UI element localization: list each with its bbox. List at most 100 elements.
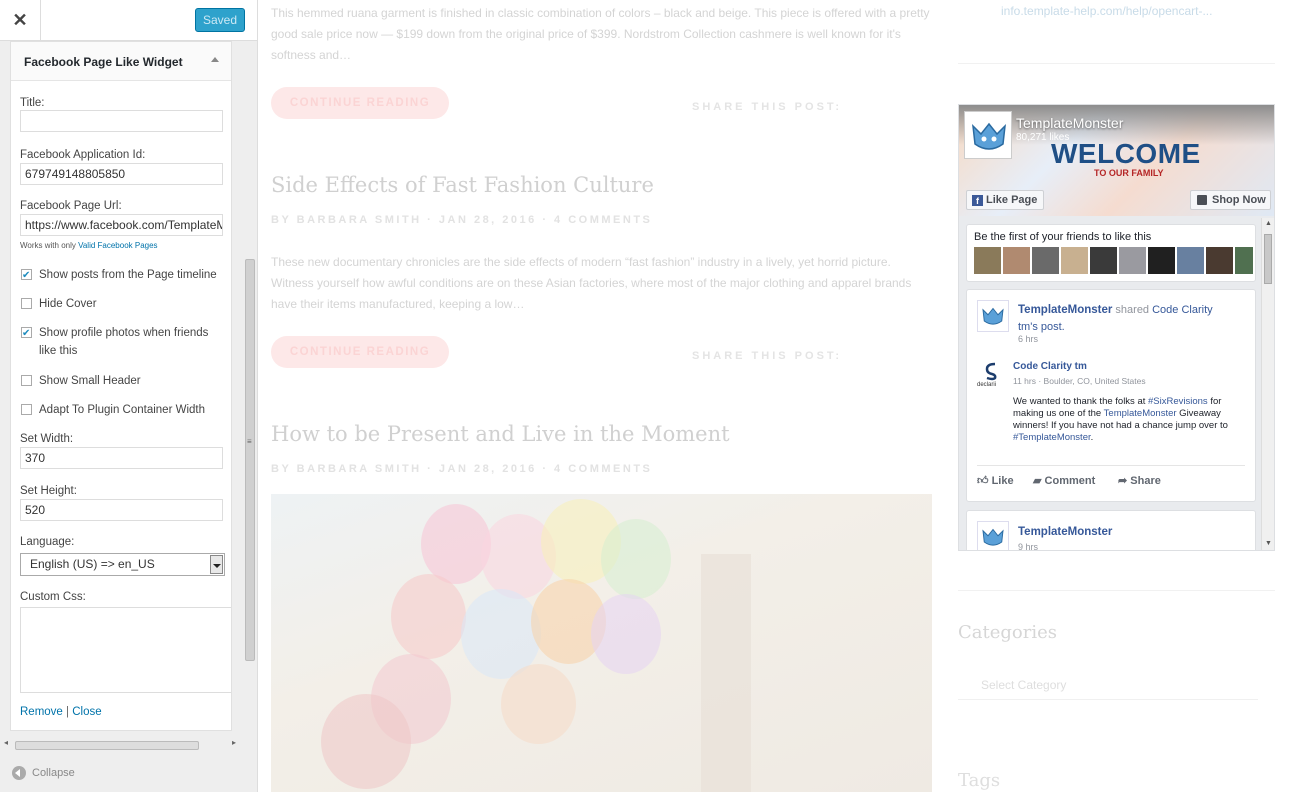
post-title[interactable]: Side Effects of Fast Fashion Culture (271, 173, 654, 197)
fb-comment-action[interactable]: ▰ Comment (1033, 474, 1095, 487)
set-width-input[interactable]: 370 (20, 447, 223, 469)
hashtag-link[interactable]: #TemplateMonster (1013, 432, 1091, 443)
category-select[interactable]: Select Category (958, 670, 1258, 700)
fb-post-time[interactable]: 6 hrs (1018, 334, 1038, 344)
remove-link[interactable]: Remove (20, 706, 63, 718)
select-arrow-icon[interactable] (210, 555, 223, 574)
templatemonster-logo-icon (972, 122, 1006, 150)
horizontal-scroll-thumb[interactable] (15, 741, 199, 750)
language-select[interactable]: English (US) => en_US (20, 553, 225, 576)
page-url-label: Facebook Page Url: (20, 200, 122, 212)
fb-feed: Be the first of your friends to like thi… (959, 218, 1274, 550)
saved-button[interactable]: Saved (195, 8, 245, 32)
checkbox-adapt-width-box[interactable] (21, 404, 32, 415)
fb-friends-card: Be the first of your friends to like thi… (966, 224, 1256, 282)
page-url-input[interactable]: https://www.facebook.com/TemplateMonster (20, 214, 223, 236)
fb-page-name[interactable]: TemplateMonster (1016, 115, 1123, 131)
panel-horizontal-scrollbar[interactable]: ◂ ▸ (0, 738, 243, 752)
fb-post-avatar[interactable] (977, 521, 1009, 550)
fb-post-time[interactable]: 9 hrs (1018, 542, 1038, 550)
share-icon: ➦ (1118, 475, 1128, 487)
panel-vertical-scrollbar[interactable]: ≡ (243, 41, 257, 738)
checkbox-hide-cover-box[interactable] (21, 298, 32, 309)
continue-reading-button[interactable]: CONTINUE READING (271, 336, 449, 368)
language-label: Language: (20, 536, 75, 548)
scroll-up-arrow-icon[interactable]: ▲ (1265, 220, 1272, 227)
vertical-scroll-thumb[interactable] (245, 259, 255, 661)
fb-cover-subtitle: TO OUR FAMILY (1094, 168, 1164, 178)
title-input[interactable] (20, 110, 223, 132)
checkbox-show-posts-label: Show posts from the Page timeline (39, 269, 217, 281)
checkbox-show-faces-box[interactable] (21, 325, 32, 343)
facebook-page-plugin: TemplateMonster 80,271 likes WELCOME TO … (958, 104, 1275, 551)
page-url-note: Works with only Valid Facebook Pages (20, 241, 158, 250)
custom-css-textarea[interactable] (20, 607, 231, 693)
share-label: SHARE THIS POST: (692, 350, 843, 362)
friend-avatar[interactable] (1235, 247, 1253, 274)
custom-css-label: Custom Css: (20, 591, 86, 603)
app-id-input[interactable]: 679749148805850 (20, 163, 223, 185)
fb-like-action[interactable]: 👍︎ Like (977, 474, 1014, 487)
fb-post-avatar[interactable] (977, 300, 1009, 332)
close-customizer-button[interactable]: ✕ (0, 0, 41, 40)
scroll-left-arrow-icon[interactable]: ◂ (4, 738, 8, 747)
valid-pages-link[interactable]: Valid Facebook Pages (78, 241, 157, 250)
fb-like-page-button[interactable]: f Like Page (966, 190, 1044, 210)
widget-title-bar[interactable]: Facebook Page Like Widget (11, 42, 231, 81)
mention-link[interactable]: TemplateMonster (1104, 408, 1177, 419)
fb-scroll-thumb[interactable] (1264, 234, 1272, 284)
post-meta: BY BARBARA SMITH · JAN 28, 2016 · 4 COMM… (271, 463, 653, 475)
hashtag-link[interactable]: #SixRevisions (1148, 396, 1208, 407)
fb-post-shared-text: shared (1112, 304, 1153, 316)
facebook-f-icon: f (972, 194, 983, 206)
collapse-button[interactable]: Collapse (12, 766, 75, 780)
friend-avatar[interactable] (1206, 247, 1233, 274)
set-width-label: Set Width: (20, 433, 74, 445)
collapse-label: Collapse (32, 766, 75, 779)
fb-actions-divider (977, 465, 1245, 466)
fb-feed-scrollbar[interactable]: ▲ ▼ (1261, 218, 1274, 550)
friend-avatar[interactable] (1090, 247, 1117, 274)
checkbox-show-faces[interactable]: Show profile photos when friends like th… (20, 324, 220, 360)
fb-post-author[interactable]: TemplateMonster (1018, 526, 1112, 538)
categories-title: Categories (958, 622, 1057, 643)
balloon (391, 574, 466, 659)
fb-inner-author[interactable]: Code Clarity tm (1013, 361, 1087, 372)
friend-avatar[interactable] (1177, 247, 1204, 274)
checkbox-adapt-width[interactable]: Adapt To Plugin Container Width (20, 401, 225, 419)
fb-share-action[interactable]: ➦ Share (1118, 474, 1161, 487)
fb-post: TemplateMonster 9 hrs (966, 510, 1256, 550)
widget-title: Facebook Page Like Widget (24, 55, 183, 69)
fb-inner-meta: 11 hrs · Boulder, CO, United States (1013, 376, 1146, 386)
balloon (601, 519, 671, 599)
collapse-arrow-icon[interactable] (211, 57, 219, 62)
scroll-down-arrow-icon[interactable]: ▼ (1265, 540, 1272, 547)
friend-avatar[interactable] (974, 247, 1001, 274)
friend-avatar[interactable] (1061, 247, 1088, 274)
scroll-right-arrow-icon[interactable]: ▸ (232, 738, 236, 747)
checkbox-small-header[interactable]: Show Small Header (20, 372, 225, 390)
checkbox-small-header-label: Show Small Header (39, 375, 141, 387)
checkbox-hide-cover[interactable]: Hide Cover (20, 295, 225, 313)
checkbox-hide-cover-label: Hide Cover (39, 298, 97, 310)
sidebar-link[interactable]: info.template-help.com/help/opencart-... (1001, 4, 1212, 18)
fb-page-avatar[interactable] (964, 111, 1012, 159)
friend-avatar[interactable] (1148, 247, 1175, 274)
fb-inner-avatar[interactable]: declarii (977, 360, 1005, 388)
set-height-input[interactable]: 520 (20, 499, 223, 521)
checkbox-show-posts[interactable]: Show posts from the Page timeline (20, 266, 225, 285)
post-featured-image[interactable] (271, 494, 932, 792)
fb-post-author[interactable]: TemplateMonster (1018, 304, 1112, 316)
checkbox-show-posts-box[interactable] (21, 267, 32, 285)
friend-avatar[interactable] (1003, 247, 1030, 274)
close-link[interactable]: Close (72, 706, 101, 718)
post-title[interactable]: How to be Present and Live in the Moment (271, 422, 730, 446)
fb-shop-now-button[interactable]: Shop Now (1190, 190, 1271, 210)
fb-cover-photo[interactable]: TemplateMonster 80,271 likes WELCOME TO … (959, 105, 1274, 216)
friend-avatar[interactable] (1119, 247, 1146, 274)
friend-avatar[interactable] (1032, 247, 1059, 274)
sidebar-divider (958, 63, 1275, 64)
checkbox-show-faces-label: Show profile photos when friends like th… (39, 327, 209, 357)
checkbox-small-header-box[interactable] (21, 375, 32, 386)
continue-reading-button[interactable]: CONTINUE READING (271, 87, 449, 119)
